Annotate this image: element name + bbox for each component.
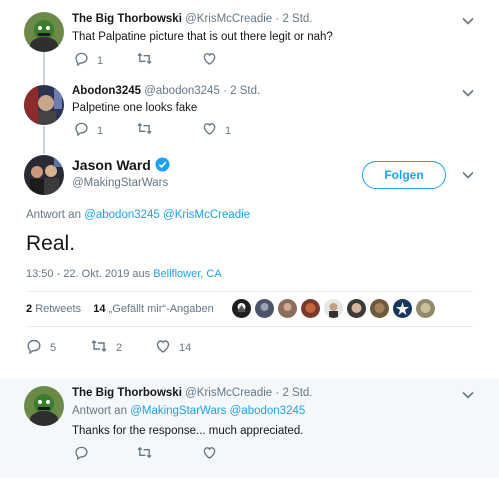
mention-link[interactable]: @MakingStarWars @abodon3245	[130, 405, 305, 417]
tweet-header: The Big Thorbowski @KrisMcCreadie · 2 St…	[72, 387, 313, 399]
avatar[interactable]	[24, 85, 64, 125]
avatar[interactable]	[370, 299, 389, 318]
tweet-text: Thanks for the response... much apprecia…	[72, 425, 304, 437]
tweet-text: Palpetine one looks fake	[72, 102, 198, 114]
reply-count: 1	[97, 55, 104, 67]
tweet-time[interactable]: 2 Std.	[230, 85, 260, 97]
tweet-header: The Big Thorbowski @KrisMcCreadie · 2 St…	[72, 13, 313, 25]
replying-to: Antwort an @MakingStarWars @abodon3245	[72, 405, 305, 417]
like-button[interactable]	[202, 447, 217, 463]
replying-to-label: Antwort an	[72, 405, 127, 417]
retweet-icon	[136, 51, 153, 71]
retweet-button[interactable]	[136, 121, 153, 141]
mention-link[interactable]: @abodon3245 @KrisMcCreadie	[84, 209, 250, 221]
avatar[interactable]	[255, 299, 274, 318]
avatar[interactable]	[24, 386, 64, 426]
avatar[interactable]	[278, 299, 297, 318]
user-handle[interactable]: @KrisMcCreadie	[185, 13, 272, 25]
display-name[interactable]: The Big Thorbowski	[72, 387, 182, 399]
retweets-stat[interactable]: 2 Retweets	[26, 303, 81, 315]
reply-button[interactable]	[74, 445, 89, 465]
heart-icon	[202, 121, 217, 141]
follow-button[interactable]: Folgen	[362, 161, 446, 189]
heart-icon	[202, 445, 217, 465]
thread-line	[43, 126, 45, 154]
tweet-timestamp: 13:50 - 22. Okt. 2019 aus Bellflower, CA	[26, 268, 222, 280]
tweet-text: That Palpatine picture that is out there…	[72, 31, 333, 43]
chevron-down-icon[interactable]	[461, 168, 475, 182]
reply-icon	[74, 51, 89, 71]
like-count: 1	[225, 125, 232, 137]
replying-to: Antwort an @abodon3245 @KrisMcCreadie	[26, 209, 250, 221]
user-handle[interactable]: @MakingStarWars	[72, 177, 168, 189]
like-button[interactable]: 14	[155, 338, 192, 359]
verified-badge-icon	[155, 157, 170, 177]
chevron-down-icon[interactable]	[461, 86, 475, 100]
tweet-time[interactable]: 2 Std.	[282, 387, 312, 399]
user-handle[interactable]: @abodon3245	[144, 85, 220, 97]
avatar[interactable]	[24, 12, 64, 52]
tweet-text: Real.	[26, 232, 76, 255]
avatar[interactable]	[416, 299, 435, 318]
likes-stat[interactable]: 14 „Gefällt mir“-Angaben	[93, 303, 213, 315]
retweet-count: 2	[116, 342, 123, 354]
divider	[26, 291, 473, 292]
separator: ·	[275, 387, 280, 399]
user-handle-line: @MakingStarWars	[72, 177, 168, 189]
timestamp-text[interactable]: 13:50 - 22. Okt. 2019 aus	[26, 268, 150, 280]
heart-icon	[155, 338, 171, 359]
retweet-button[interactable]: 2	[90, 338, 123, 359]
like-button[interactable]: 1	[202, 123, 231, 139]
separator: ·	[223, 85, 227, 97]
reply-button[interactable]: 1	[74, 121, 104, 141]
reply-button[interactable]: 1	[74, 51, 104, 71]
reply-button[interactable]: 5	[26, 338, 57, 359]
retweet-button[interactable]	[136, 445, 153, 465]
liker-avatars	[232, 299, 439, 318]
display-name[interactable]: Abodon3245	[72, 85, 141, 97]
location-link[interactable]: Bellflower, CA	[153, 268, 221, 280]
heart-icon	[202, 51, 217, 71]
avatar[interactable]	[301, 299, 320, 318]
reply-icon	[74, 121, 89, 141]
tweet-header: Abodon3245 @abodon3245 · 2 Std.	[72, 85, 260, 97]
retweet-icon	[136, 121, 153, 141]
tweet-stats: 2 Retweets 14 „Gefällt mir“-Angaben	[26, 303, 214, 315]
reply-count: 1	[97, 125, 104, 137]
retweet-button[interactable]	[136, 51, 153, 71]
avatar[interactable]	[232, 299, 251, 318]
avatar[interactable]	[393, 299, 412, 318]
retweet-icon	[90, 338, 108, 359]
tweet-time[interactable]: 2 Std.	[282, 13, 312, 25]
separator: ·	[275, 13, 280, 25]
display-name[interactable]: The Big Thorbowski	[72, 13, 182, 25]
chevron-down-icon[interactable]	[461, 388, 475, 402]
avatar[interactable]	[24, 155, 64, 195]
user-handle[interactable]: @KrisMcCreadie	[185, 387, 272, 399]
retweet-icon	[136, 445, 153, 465]
reply-icon	[26, 338, 42, 359]
chevron-down-icon[interactable]	[461, 14, 475, 28]
avatar[interactable]	[324, 299, 343, 318]
thread-line	[43, 52, 45, 86]
display-name[interactable]: Jason Ward	[72, 157, 151, 173]
like-count: 14	[179, 342, 192, 354]
reply-count: 5	[50, 342, 57, 354]
avatar[interactable]	[347, 299, 366, 318]
reply-icon	[74, 445, 89, 465]
divider	[26, 326, 473, 327]
like-button[interactable]	[202, 53, 217, 69]
replying-to-label: Antwort an	[26, 209, 81, 221]
tweet-header: Jason Ward	[72, 157, 151, 173]
